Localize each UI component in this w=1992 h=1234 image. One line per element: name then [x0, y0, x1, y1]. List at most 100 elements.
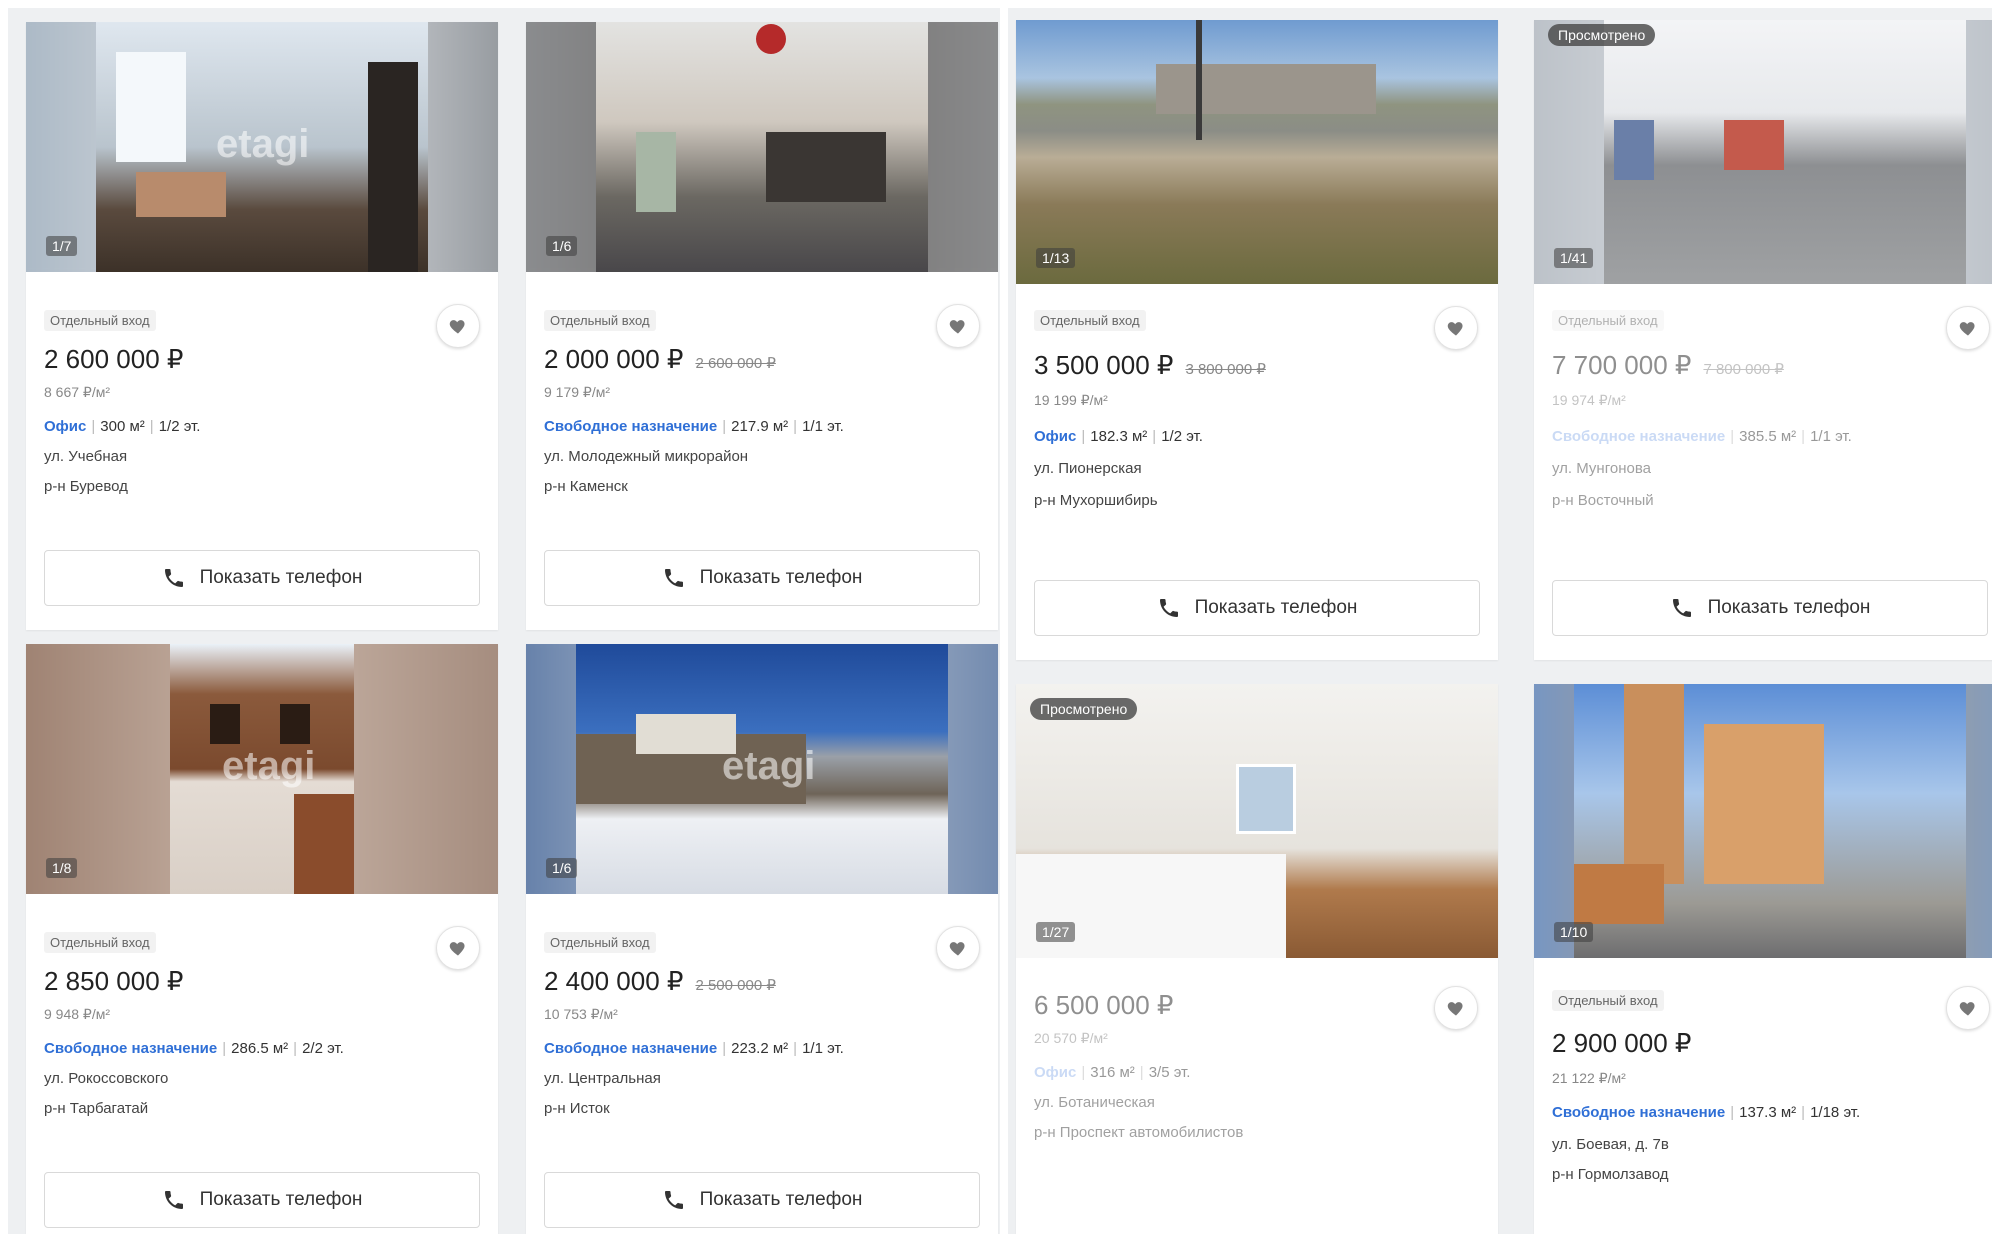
favorite-button[interactable] [1434, 986, 1478, 1030]
photo-counter: 1/10 [1554, 922, 1594, 942]
viewed-badge: Просмотрено [1030, 698, 1138, 720]
show-phone-button[interactable]: Показать телефон [44, 550, 480, 606]
phone-icon [1159, 599, 1178, 617]
phone-icon [164, 569, 183, 587]
favorite-button[interactable] [436, 304, 480, 348]
phone-icon [664, 569, 683, 587]
listing-photo[interactable]: etagi 1/7 [26, 22, 498, 272]
price: 3 500 000 ₽ [1034, 350, 1174, 380]
feature-tag: Отдельный вход [1552, 990, 1664, 1011]
street: ул. Пионерская [1034, 460, 1142, 477]
district: р-н Тарбагатай [44, 1100, 149, 1117]
feature-tag: Отдельный вход [1552, 310, 1664, 331]
floor: 1/18 эт. [1810, 1104, 1861, 1121]
listing-card[interactable]: 1/10 Отдельный вход 2 900 000 ₽ 21 122 ₽… [1534, 684, 1992, 1234]
property-type[interactable]: Свободное назначение [1552, 428, 1725, 445]
price-per-m2: 20 570 ₽/м² [1034, 1030, 1108, 1046]
photo-counter: 1/6 [546, 236, 578, 256]
district: р-н Мухоршибирь [1034, 492, 1158, 509]
viewed-badge: Просмотрено [1548, 24, 1656, 46]
property-type[interactable]: Офис [44, 418, 86, 435]
price-per-m2: 21 122 ₽/м² [1552, 1070, 1626, 1086]
property-type[interactable]: Свободное назначение [544, 1040, 717, 1057]
floor: 1/1 эт. [1810, 428, 1852, 445]
show-phone-label: Показать телефон [199, 567, 363, 588]
street: ул. Мунгонова [1552, 460, 1651, 477]
show-phone-label: Показать телефон [1194, 597, 1358, 618]
show-phone-label: Показать телефон [199, 1189, 363, 1210]
price-per-m2: 19 974 ₽/м² [1552, 392, 1626, 408]
feature-tag: Отдельный вход [44, 932, 156, 953]
listing-photo[interactable]: etagi 1/8 [26, 644, 498, 894]
listing-watermark: etagi [722, 744, 816, 788]
price-per-m2: 8 667 ₽/м² [44, 384, 111, 400]
street: ул. Учебная [44, 448, 128, 465]
show-phone-button[interactable]: Показать телефон [44, 1172, 480, 1228]
property-type[interactable]: Свободное назначение [544, 418, 717, 435]
price: 6 500 000 ₽ [1034, 990, 1174, 1020]
show-phone-label: Показать телефон [699, 1189, 863, 1210]
listing-photo[interactable]: 1/10 [1534, 684, 1992, 958]
area: 182.3 м² [1090, 428, 1148, 445]
district: р-н Каменск [544, 478, 628, 495]
listing-photo[interactable]: 1/13 [1016, 20, 1498, 284]
street: ул. Молодежный микрорайон [544, 448, 749, 465]
photo-counter: 1/27 [1036, 922, 1076, 942]
property-type[interactable]: Офис [1034, 1064, 1076, 1081]
favorite-button[interactable] [936, 926, 980, 970]
listing-card[interactable]: Просмотрено 1/27 6 500 000 ₽ 20 570 ₽/м²… [1016, 684, 1498, 1234]
feature-tag: Отдельный вход [44, 310, 156, 331]
district: р-н Восточный [1552, 492, 1654, 509]
old-price: 2 600 000 ₽ [695, 355, 776, 372]
listing-card[interactable]: 1/13 Отдельный вход 3 500 000 ₽ 3 800 00… [1016, 20, 1498, 660]
favorite-button[interactable] [436, 926, 480, 970]
heart-icon [1447, 1002, 1463, 1016]
area: 217.9 м² [731, 418, 789, 435]
price-per-m2: 9 948 ₽/м² [44, 1006, 111, 1022]
floor: 3/5 эт. [1148, 1064, 1191, 1081]
listing-photo[interactable]: 1/6 [526, 22, 998, 272]
price: 2 600 000 ₽ [44, 344, 184, 374]
heart-icon [1959, 1002, 1975, 1016]
old-price: 2 500 000 ₽ [695, 977, 776, 994]
heart-icon [1447, 322, 1463, 336]
district: р-н Проспект автомобилистов [1034, 1124, 1244, 1141]
street: ул. Ботаническая [1034, 1094, 1155, 1111]
floor: 1/2 эт. [1161, 428, 1203, 445]
listing-card[interactable]: etagi 1/8 Отдельный вход 2 850 000 ₽ 9 9… [26, 644, 498, 1234]
price: 2 850 000 ₽ [44, 966, 184, 996]
floor: 2/2 эт. [302, 1040, 344, 1057]
area: 385.5 м² [1739, 428, 1797, 445]
show-phone-label: Показать телефон [699, 567, 863, 588]
photo-counter: 1/6 [546, 858, 578, 878]
listing-card[interactable]: Просмотрено 1/41 Отдельный вход 7 700 00… [1534, 20, 1992, 660]
listing-panel-left: etagi 1/7 Отдельный вход 2 600 000 ₽ 8 6… [8, 8, 1000, 1234]
listing-photo[interactable]: Просмотрено 1/41 [1534, 20, 1992, 284]
district: р-н Исток [544, 1100, 610, 1117]
photo-counter: 1/8 [46, 858, 78, 878]
heart-icon [949, 320, 965, 334]
floor: 1/2 эт. [158, 418, 201, 435]
photo-counter: 1/13 [1036, 248, 1076, 268]
favorite-button[interactable] [1946, 986, 1990, 1030]
feature-tag: Отдельный вход [544, 310, 656, 331]
listing-card[interactable]: etagi 1/6 Отдельный вход 2 400 000 ₽ 2 5… [526, 644, 998, 1234]
price-per-m2: 19 199 ₽/м² [1034, 392, 1108, 408]
street: ул. Рокоссовского [44, 1070, 169, 1087]
show-phone-button[interactable]: Показать телефон [544, 1172, 980, 1228]
show-phone-button[interactable]: Показать телефон [1552, 580, 1988, 636]
listing-photo[interactable]: etagi 1/6 [526, 644, 998, 894]
favorite-button[interactable] [936, 304, 980, 348]
property-type[interactable]: Свободное назначение [44, 1040, 217, 1057]
listing-photo[interactable]: Просмотрено 1/27 [1016, 684, 1498, 958]
old-price: 3 800 000 ₽ [1185, 361, 1266, 378]
favorite-button[interactable] [1946, 306, 1990, 350]
property-type[interactable]: Свободное назначение [1552, 1104, 1725, 1121]
favorite-button[interactable] [1434, 306, 1478, 350]
area: 300 м² [100, 418, 145, 435]
listing-card[interactable]: etagi 1/7 Отдельный вход 2 600 000 ₽ 8 6… [26, 22, 498, 630]
property-type[interactable]: Офис [1034, 428, 1076, 445]
show-phone-button[interactable]: Показать телефон [544, 550, 980, 606]
show-phone-button[interactable]: Показать телефон [1034, 580, 1480, 636]
listing-card[interactable]: 1/6 Отдельный вход 2 000 000 ₽ 2 600 000… [526, 22, 998, 630]
